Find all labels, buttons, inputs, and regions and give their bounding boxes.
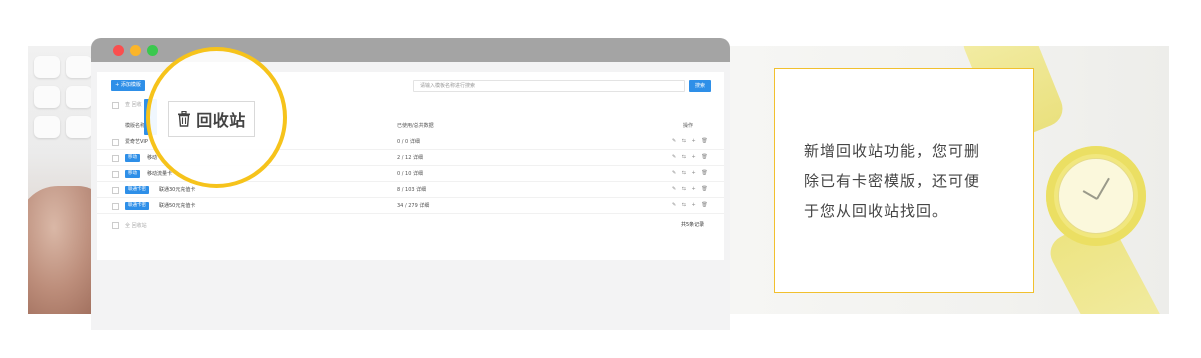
table-row: 联通卡密 联通30元充值卡 8 / 103 详细 ✎ ⇆ + 🗑 xyxy=(97,182,724,198)
keyboard-key xyxy=(66,116,92,138)
hand-image xyxy=(28,186,98,314)
recycle-bin-button[interactable]: 回收站 xyxy=(168,101,255,137)
row-checkbox[interactable] xyxy=(112,139,119,146)
watch-hand xyxy=(1096,177,1110,200)
column-header-used: 已使用/总共数据 xyxy=(397,123,434,129)
minimize-dot-icon[interactable] xyxy=(130,44,141,56)
row-checkbox[interactable] xyxy=(112,171,119,178)
close-dot-icon[interactable] xyxy=(113,44,124,56)
row-actions[interactable]: ✎ ⇆ + 🗑 xyxy=(672,169,710,178)
watch-icon xyxy=(1046,146,1146,246)
row-tag: 联通卡密 xyxy=(125,202,149,210)
footer-recycle-link[interactable]: 全 回收站 xyxy=(125,222,147,229)
row-tag: 移动 xyxy=(125,154,140,162)
row-name: 移动 xyxy=(147,155,158,161)
keyboard-photo xyxy=(28,46,98,314)
row-checkbox[interactable] xyxy=(112,203,119,210)
row-name: 移动流量卡 xyxy=(147,171,173,177)
select-all-checkbox[interactable] xyxy=(112,102,119,109)
row-actions[interactable]: ✎ ⇆ + 🗑 xyxy=(672,137,710,146)
add-template-button[interactable]: + 添加模版 xyxy=(111,80,145,91)
row-used[interactable]: 2 / 12 详细 xyxy=(397,154,423,162)
keyboard-key xyxy=(34,56,60,78)
footer-checkbox[interactable] xyxy=(112,222,119,229)
trash-icon xyxy=(178,111,191,127)
row-used[interactable]: 0 / 0 详细 xyxy=(397,138,420,146)
row-name: 联通30元充值卡 xyxy=(159,187,196,193)
keyboard-key xyxy=(66,56,92,78)
row-tag: 联通卡密 xyxy=(125,186,149,194)
row-name: 爱奇艺VIP xyxy=(125,139,148,145)
search-input[interactable]: 请输入模板名称进行搜索 xyxy=(413,80,685,92)
feature-line: 于您从回收站找回。 xyxy=(804,201,949,220)
maximize-dot-icon[interactable] xyxy=(147,44,158,56)
row-used[interactable]: 8 / 103 详细 xyxy=(397,186,426,194)
column-header-ops: 操作 xyxy=(683,123,694,129)
column-header-name: 模版名称 xyxy=(125,123,146,129)
table-row: 联通卡密 联通50元充值卡 34 / 279 详细 ✎ ⇆ + 🗑 xyxy=(97,198,724,214)
row-checkbox[interactable] xyxy=(112,155,119,162)
feature-line: 新增回收站功能，您可删 xyxy=(804,141,981,160)
feature-line: 除已有卡密模版，还可便 xyxy=(804,171,981,190)
keyboard-key xyxy=(34,86,60,108)
recycle-link[interactable]: 查 回收 xyxy=(125,101,142,108)
feature-card: 新增回收站功能，您可删 除已有卡密模版，还可便 于您从回收站找回。 xyxy=(774,68,1034,293)
watch-face xyxy=(1058,158,1134,234)
keyboard-key xyxy=(34,116,60,138)
row-tag: 移动 xyxy=(125,170,140,178)
watch-hand xyxy=(1082,190,1098,200)
search-button[interactable]: 搜索 xyxy=(689,80,711,92)
recycle-bin-label: 回收站 xyxy=(196,111,246,130)
row-used[interactable]: 0 / 10 详细 xyxy=(397,170,423,178)
row-actions[interactable]: ✎ ⇆ + 🗑 xyxy=(672,185,710,194)
feature-description: 新增回收站功能，您可删 除已有卡密模版，还可便 于您从回收站找回。 xyxy=(804,136,1004,226)
row-actions[interactable]: ✎ ⇆ + 🗑 xyxy=(672,201,710,210)
row-name: 联通50元充值卡 xyxy=(159,203,196,209)
row-actions[interactable]: ✎ ⇆ + 🗑 xyxy=(672,153,710,162)
keyboard-key xyxy=(66,86,92,108)
record-count: 共5条记录 xyxy=(681,222,705,228)
row-checkbox[interactable] xyxy=(112,187,119,194)
row-used[interactable]: 34 / 279 详细 xyxy=(397,202,429,210)
